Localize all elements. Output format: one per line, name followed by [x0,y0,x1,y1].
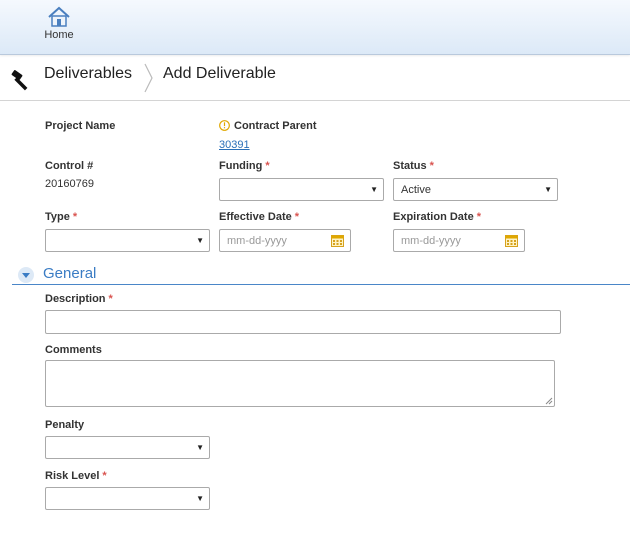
page-title: Add Deliverable [163,65,276,82]
required-marker: * [429,160,434,172]
home-label: Home [44,29,74,41]
funding-label: Funding * [219,160,270,172]
description-label-text: Description [45,293,106,305]
required-marker: * [102,470,107,482]
penalty-label: Penalty [45,419,85,431]
type-select[interactable]: ▼ [45,229,210,252]
contract-parent-label: Contract Parent [219,120,317,132]
control-number-label: Control # [45,160,94,172]
expiration-date-label-text: Expiration Date [393,211,474,223]
type-label: Type * [45,211,77,223]
required-marker: * [265,160,270,172]
funding-select[interactable]: ▼ [219,178,384,201]
required-marker: * [72,211,78,223]
chevron-down-icon: ▼ [370,185,378,194]
section-divider [12,284,630,285]
general-section-toggle[interactable] [18,267,34,283]
status-label-text: Status [393,160,427,172]
home-icon [48,6,70,27]
expiration-date-label: Expiration Date * [393,211,481,223]
breadcrumb: Deliverables Add Deliverable [0,55,630,101]
comments-textarea[interactable] [45,360,555,407]
risk-level-label-text: Risk Level [45,470,100,482]
info-icon [219,120,230,131]
risk-level-select[interactable]: ▼ [45,487,210,510]
hammer-icon [11,70,28,91]
description-label: Description * [45,293,113,305]
required-marker: * [476,211,481,223]
effective-date-placeholder: mm-dd-yyyy [227,235,287,247]
chevron-down-icon: ▼ [196,494,204,503]
chevron-down-icon: ▼ [196,236,204,245]
expiration-date-placeholder: mm-dd-yyyy [401,235,461,247]
general-section-title: General [43,265,97,282]
status-label: Status * [393,160,434,172]
chevron-down-icon: ▼ [544,185,552,194]
chevron-down-icon [22,273,30,278]
top-navigation-bar: Home [0,0,630,55]
effective-date-input[interactable]: mm-dd-yyyy [219,229,351,252]
home-button[interactable]: Home [40,6,78,41]
calendar-icon[interactable] [331,234,344,247]
comments-label: Comments [45,344,102,356]
breadcrumb-deliverables-link[interactable]: Deliverables [44,65,132,83]
contract-parent-link[interactable]: 30391 [219,139,250,151]
contract-parent-label-text: Contract Parent [234,120,317,132]
penalty-select[interactable]: ▼ [45,436,210,459]
expiration-date-input[interactable]: mm-dd-yyyy [393,229,525,252]
funding-label-text: Funding [219,160,263,172]
project-name-label: Project Name [45,120,116,132]
description-input[interactable] [45,310,561,334]
resize-grip-icon[interactable] [545,397,553,405]
risk-level-label: Risk Level * [45,470,107,482]
status-select[interactable]: Active ▼ [393,178,558,201]
breadcrumb-separator-icon [144,63,153,93]
control-number-value: 20160769 [45,178,94,190]
type-label-text: Type [45,211,70,223]
chevron-down-icon: ▼ [196,443,204,452]
required-marker: * [108,293,113,305]
calendar-icon[interactable] [505,234,518,247]
required-marker: * [294,211,300,223]
effective-date-label-text: Effective Date [219,211,292,223]
effective-date-label: Effective Date * [219,211,299,223]
status-select-value: Active [401,184,431,196]
